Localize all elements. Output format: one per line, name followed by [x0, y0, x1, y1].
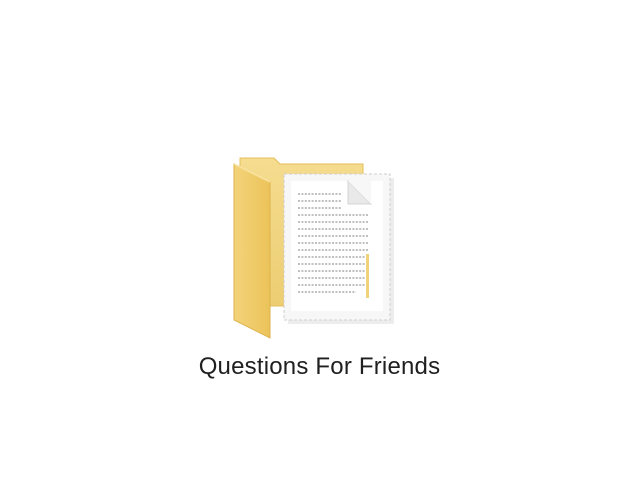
- folder-item-questions-for-friends[interactable]: Questions For Friends: [180, 140, 450, 390]
- folder-name-label[interactable]: Questions For Friends: [180, 353, 459, 381]
- desktop: Questions For Friends: [0, 0, 630, 500]
- folder-with-document-icon: [233, 157, 394, 339]
